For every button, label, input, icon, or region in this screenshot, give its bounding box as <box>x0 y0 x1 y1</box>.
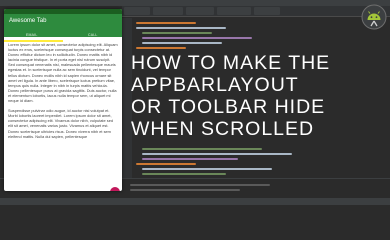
code-line <box>136 163 196 165</box>
code-line <box>142 37 252 39</box>
code-line <box>136 47 186 49</box>
editor-tab[interactable] <box>124 7 150 15</box>
tab-email[interactable]: EMAIL <box>26 33 38 37</box>
log-line <box>130 184 270 186</box>
code-line <box>142 168 272 170</box>
lorem-paragraph: Suspendisse pulvinar odio augue, id auct… <box>8 108 114 139</box>
app-title: Awesome Tab <box>9 18 47 24</box>
video-headline: HOW TO MAKE THE APPBARLAYOUT OR TOOLBAR … <box>131 52 388 140</box>
editor-tab[interactable] <box>254 7 280 15</box>
android-studio-icon <box>361 4 387 30</box>
floating-action-button[interactable] <box>110 187 120 191</box>
code-line <box>136 27 226 29</box>
log-line <box>130 189 240 191</box>
code-line <box>142 42 222 44</box>
headline-line: APPBARLAYOUT <box>131 74 299 96</box>
editor-tab[interactable] <box>153 7 183 15</box>
code-line <box>142 153 292 155</box>
editor-tab-bar <box>122 6 390 17</box>
lorem-paragraph: Lorem ipsum dolor sit amet, consectetur … <box>8 42 118 104</box>
code-line <box>142 158 238 160</box>
headline-line: HOW TO MAKE THE <box>131 52 331 74</box>
tab-call[interactable]: CALL <box>88 33 98 37</box>
code-line <box>142 32 212 34</box>
code-line <box>142 173 226 175</box>
app-bar: Awesome Tab EMAIL CALL <box>4 14 122 42</box>
editor-tab[interactable] <box>186 7 214 15</box>
editor-tab[interactable] <box>217 7 251 15</box>
headline-line: WHEN SCROLLED <box>131 118 315 140</box>
scroll-content[interactable]: Lorem ipsum dolor sit amet, consectetur … <box>8 42 118 188</box>
headline-line: OR TOOLBAR HIDE <box>131 96 326 118</box>
phone-emulator: Awesome Tab EMAIL CALL Lorem ipsum dolor… <box>4 9 122 191</box>
code-line <box>136 22 196 24</box>
code-line <box>142 148 262 150</box>
ide-status-bar <box>0 198 390 205</box>
